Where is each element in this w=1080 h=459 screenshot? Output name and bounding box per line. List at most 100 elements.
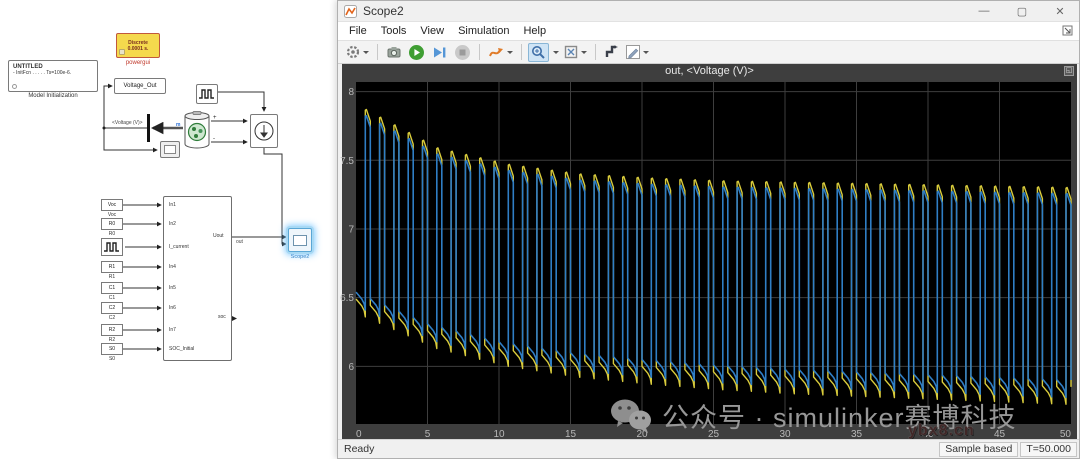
subsystem-port-icurrent: I_current — [169, 244, 189, 250]
powergui-block[interactable]: Discrete 0.0001 s. — [116, 33, 160, 58]
const-label-c1: C1 — [108, 295, 116, 301]
powergui-gear-icon — [119, 49, 125, 55]
svg-text:6: 6 — [348, 362, 354, 373]
const-block-voc[interactable]: Voc — [101, 199, 123, 211]
dropdown-arrow-icon — [363, 50, 369, 54]
simulink-canvas[interactable]: UNTITLED - InitFcn . . . . . Ts=100e-6. … — [0, 0, 337, 459]
svg-text:7: 7 — [348, 224, 354, 235]
const-block-r1[interactable]: R1 — [101, 261, 123, 273]
run-icon — [409, 44, 424, 60]
separator — [377, 44, 378, 60]
menu-tools[interactable]: Tools — [374, 23, 414, 39]
subsystem-port-in1: In1 — [169, 202, 176, 208]
pulse-wave-icon — [199, 89, 214, 99]
zoom-button-selected[interactable] — [528, 42, 549, 62]
subsystem-port-in7: In7 — [169, 327, 176, 333]
menu-help[interactable]: Help — [516, 23, 553, 39]
stop-icon — [455, 44, 470, 60]
separator — [595, 44, 596, 60]
highlight-signal-icon — [489, 47, 503, 56]
menu-simulation[interactable]: Simulation — [451, 23, 516, 39]
pulse-generator-block-2[interactable] — [101, 238, 123, 256]
pulse-generator-block[interactable] — [196, 84, 218, 104]
voltage-signal-label: <Voltage (V)> — [112, 120, 143, 126]
toolbar — [338, 41, 1079, 64]
window-title: Scope2 — [363, 4, 404, 18]
measurements-pencil-icon — [626, 45, 640, 59]
dropdown-arrow-icon — [581, 50, 587, 54]
controlled-current-source-block[interactable] — [250, 114, 278, 148]
const-label-c2: C2 — [108, 315, 116, 321]
const-block-r2[interactable]: R2 — [101, 324, 123, 336]
screenshot-root: UNTITLED - InitFcn . . . . . Ts=100e-6. … — [0, 0, 1080, 459]
battery-block[interactable] — [183, 110, 211, 150]
battery-icon — [184, 111, 210, 149]
highlight-signal-button[interactable] — [486, 43, 515, 62]
stop-button[interactable] — [452, 43, 473, 62]
settings-gear-button[interactable] — [343, 43, 371, 62]
statusbar: Ready Sample based T=50.000 — [338, 439, 1079, 458]
scope-block-small[interactable] — [160, 141, 180, 158]
subsystem-port-in4: In4 — [169, 264, 176, 270]
subsystem-port-soc-initial: SOC_Initial — [169, 346, 195, 352]
step-forward-button[interactable] — [429, 43, 450, 62]
titlebar[interactable]: Scope2 — ▢ ✕ — [338, 1, 1079, 21]
scope-app-icon — [344, 4, 357, 18]
powergui-label: powergui — [125, 60, 151, 66]
battery-plus-label: + — [213, 115, 217, 121]
scope2-block-label: Scope2 — [290, 254, 310, 260]
dropdown-arrow-icon[interactable] — [553, 50, 559, 54]
dock-icon[interactable] — [1062, 25, 1073, 36]
svg-text:6.5: 6.5 — [340, 293, 354, 304]
plot-expand-icon[interactable]: ◱ — [1064, 66, 1074, 76]
gear-icon — [346, 45, 360, 59]
const-label-r1: R1 — [108, 274, 116, 280]
trigger-button[interactable] — [602, 43, 621, 62]
subsystem-port-uout: Uout — [213, 233, 224, 239]
svg-text:7.5: 7.5 — [340, 156, 354, 167]
menubar: File Tools View Simulation Help — [338, 21, 1079, 41]
separator — [479, 44, 480, 60]
run-button[interactable] — [406, 43, 427, 62]
voltage-out-text: Voltage_Out — [123, 83, 157, 89]
svg-text:8: 8 — [348, 87, 354, 98]
snapshot-button[interactable] — [384, 43, 404, 62]
model-init-label: Model Initialization — [28, 93, 78, 99]
measurements-button[interactable] — [623, 43, 651, 62]
dropdown-arrow-icon — [507, 50, 513, 54]
battery-m-port-label: m — [176, 122, 181, 128]
const-label-s0: S0 — [108, 356, 116, 362]
subsystem-port-soc: soc — [218, 314, 226, 320]
current-source-icon — [254, 121, 274, 141]
menu-file[interactable]: File — [342, 23, 374, 39]
scope2-block-selected[interactable] — [288, 228, 312, 252]
menu-view[interactable]: View — [413, 23, 451, 39]
magnifier-icon — [532, 45, 545, 59]
const-block-c1[interactable]: C1 — [101, 282, 123, 294]
battery-minus-label: - — [213, 136, 215, 142]
fit-to-view-icon — [564, 45, 578, 59]
scope-screen — [164, 145, 176, 154]
powergui-line2: 0.0001 s. — [127, 45, 149, 52]
separator — [521, 44, 522, 60]
fit-to-view-button[interactable] — [561, 43, 589, 62]
dropdown-arrow-icon — [643, 50, 649, 54]
const-block-c2[interactable]: C2 — [101, 302, 123, 314]
minimize-button[interactable]: — — [965, 1, 1003, 21]
const-block-s0[interactable]: S0 — [101, 343, 123, 355]
plot-frame: out, <Voltage (V)> ◱ 0 5 10 15 20 25 30 35 40 45 5… — [340, 64, 1077, 441]
scope2-window: Scope2 — ▢ ✕ File Tools View Simulation … — [337, 0, 1080, 459]
voltage-chart[interactable]: 0 5 10 15 20 25 30 35 40 45 5066.577.58 — [340, 79, 1077, 441]
out-wire-label: out — [236, 239, 243, 245]
model-init-icon — [12, 84, 17, 89]
voltage-out-block[interactable]: Voltage_Out — [114, 78, 166, 94]
camera-icon — [387, 47, 401, 58]
subsystem-port-in5: In5 — [169, 285, 176, 291]
status-sample-mode: Sample based — [939, 441, 1019, 457]
model-init-detail: - InitFcn . . . . . Ts=100e-6. — [13, 70, 72, 76]
subsystem-port-in2: In2 — [169, 221, 176, 227]
model-initialization-block[interactable]: UNTITLED - InitFcn . . . . . Ts=100e-6. — [8, 60, 98, 92]
const-block-r0[interactable]: R0 — [101, 218, 123, 230]
maximize-button[interactable]: ▢ — [1003, 1, 1041, 21]
close-button[interactable]: ✕ — [1041, 1, 1079, 21]
